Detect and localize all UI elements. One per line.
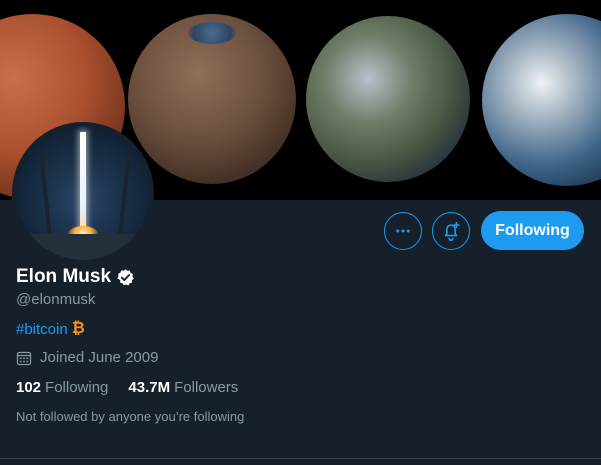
profile-name-row: Elon Musk [16,266,135,288]
divider [0,458,601,459]
notifications-button[interactable] [432,212,470,250]
banner-planet-4 [482,14,601,186]
followers-count: 43.7M [128,379,171,396]
following-stat-link[interactable]: 102 Following [16,379,108,396]
following-count: 102 [16,379,42,396]
more-horizontal-icon [396,229,410,233]
profile-handle: @elonmusk [16,291,96,308]
followers-label: Followers [174,379,239,396]
bell-plus-icon [444,221,460,241]
following-label: Following [45,379,109,396]
profile-name: Elon Musk [16,266,112,287]
avatar-ground [16,234,150,260]
more-options-button[interactable] [384,212,422,250]
bio-hashtag-link[interactable]: #bitcoin [16,321,68,338]
joined-date-text: Joined June 2009 [40,349,159,366]
verified-badge-icon [117,268,134,285]
followers-stat-link[interactable]: 43.7M Followers [128,379,238,396]
avatar-rocket-beam [80,132,86,240]
profile-bio: #bitcoin ₿ [16,320,85,338]
following-button[interactable]: Following [481,211,584,250]
profile-stats: 102 Following 43.7M Followers [16,379,258,396]
bitcoin-symbol: ₿ [71,320,85,337]
avatar[interactable] [12,122,154,264]
banner-planet-3 [306,16,470,182]
banner-planet-2-cap [188,22,236,44]
calendar-icon [16,351,32,365]
joined-date: Joined June 2009 [16,349,158,366]
relationship-note: Not followed by anyone you’re following [16,409,245,424]
